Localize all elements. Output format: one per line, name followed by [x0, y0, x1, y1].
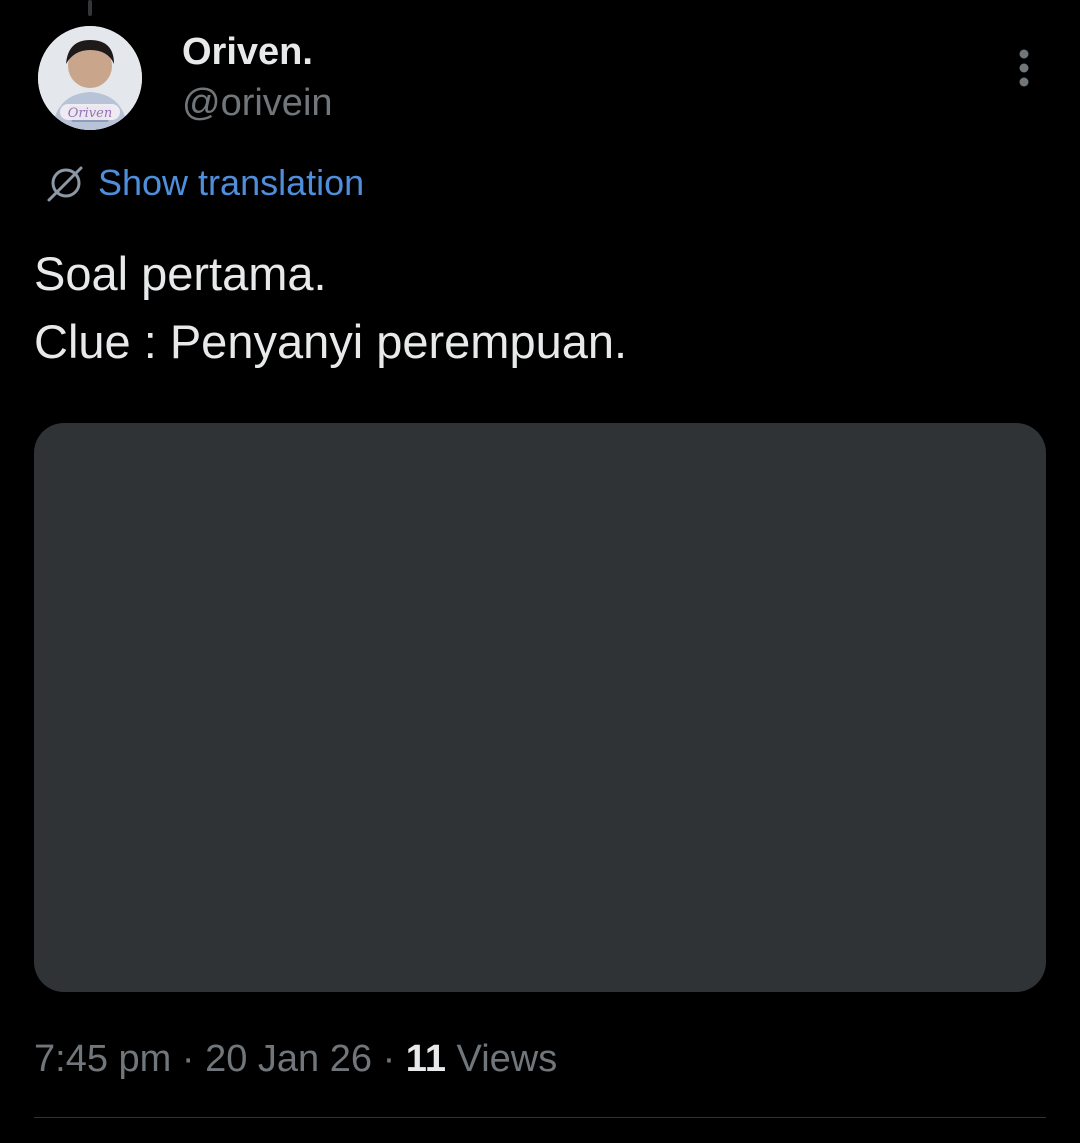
avatar[interactable]: Oriven — [38, 26, 142, 130]
tweet-text-line: Clue : Penyanyi perempuan. — [34, 315, 628, 368]
tweet-text: Soal pertama. Clue : Penyanyi perempuan. — [34, 240, 1044, 376]
meta-separator: · — [382, 1038, 396, 1080]
show-translation-label: Show translation — [98, 162, 365, 203]
views-count: 11 — [405, 1038, 446, 1080]
tweet-date[interactable]: 20 Jan 26 — [205, 1038, 372, 1080]
author-handle[interactable]: @orivein — [182, 82, 333, 124]
avatar-caption: Oriven — [68, 106, 112, 121]
meta-separator: · — [181, 1038, 195, 1080]
show-translation-button[interactable]: Show translation — [44, 160, 364, 206]
tweet-meta: 7:45 pm · 20 Jan 26 · 11 Views — [34, 1034, 557, 1084]
views-label: Views — [456, 1038, 558, 1080]
more-options-button[interactable] — [1002, 44, 1046, 92]
media-placeholder[interactable] — [34, 423, 1046, 992]
tweet-time[interactable]: 7:45 pm — [34, 1038, 171, 1080]
tweet-text-line: Soal pertama. — [34, 247, 327, 300]
divider — [34, 1117, 1046, 1118]
translate-icon — [44, 162, 86, 204]
avatar-image: Oriven — [38, 26, 142, 130]
author-display-name[interactable]: Oriven. — [182, 32, 313, 72]
thread-connector-line — [88, 0, 92, 16]
more-vertical-icon — [1019, 49, 1029, 87]
